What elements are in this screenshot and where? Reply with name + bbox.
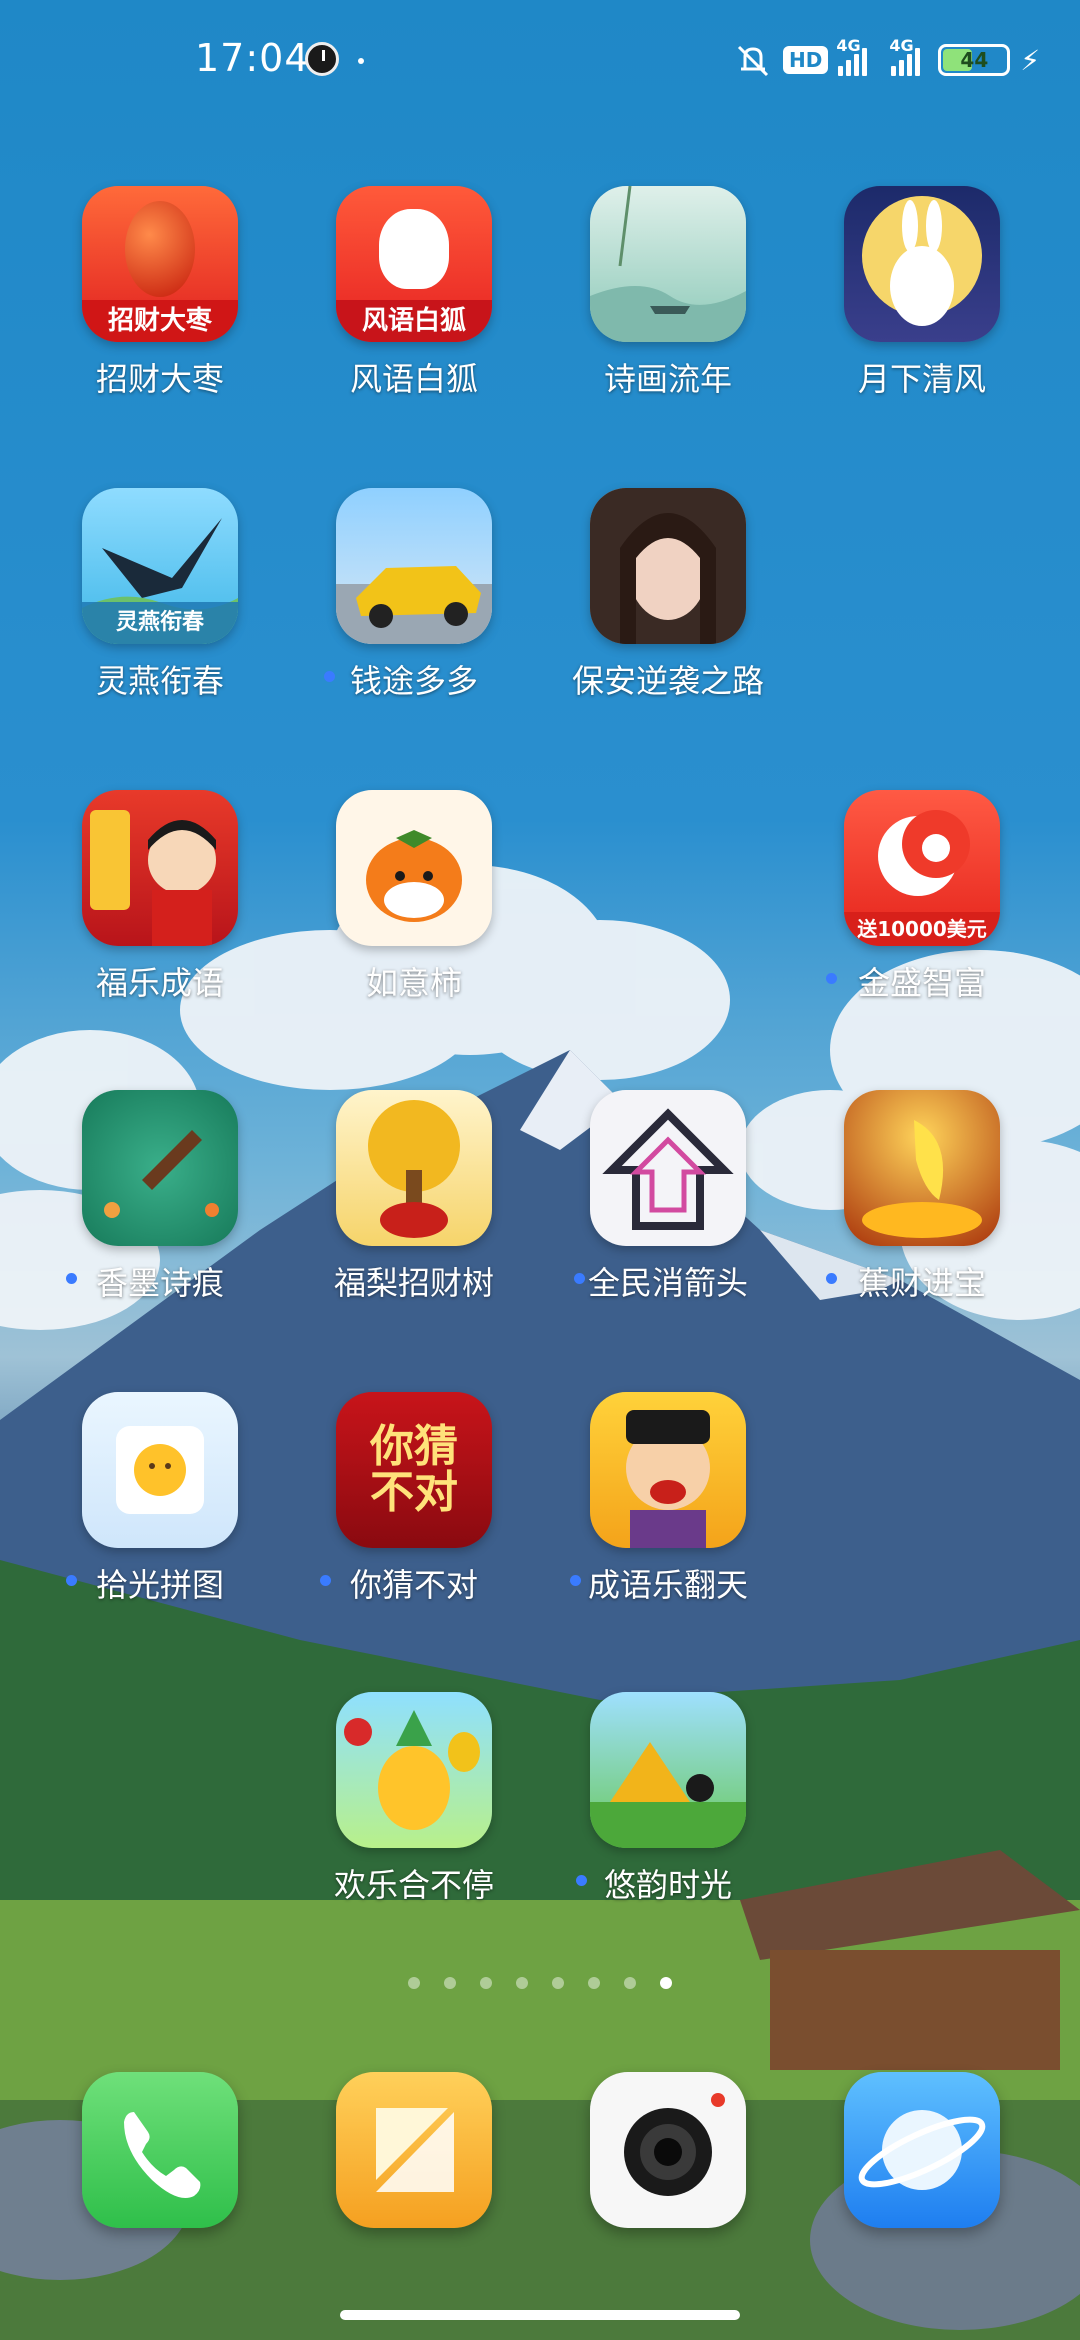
red-date-icon: 招财大枣	[82, 186, 238, 342]
landscape-boat-icon	[590, 186, 746, 342]
dock-camera[interactable]	[590, 2072, 746, 2228]
clock-time: 17:04	[195, 36, 310, 80]
app-ruyi-shi[interactable]: 如意柿	[294, 790, 534, 1020]
app-label: 福梨招财树	[333, 1264, 494, 1302]
app-label: 拾光拼图	[95, 1566, 224, 1604]
dock-browser[interactable]	[844, 2072, 1000, 2228]
app-label: 你猜不对	[349, 1566, 478, 1604]
crescent-logo-icon: 送10000美元	[844, 790, 1000, 946]
planet-browser-icon	[858, 2110, 986, 2190]
app-qiantu-duoduo[interactable]: 钱途多多	[294, 488, 534, 718]
puzzle-sun-icon	[82, 1392, 238, 1548]
race-car-icon	[336, 488, 492, 644]
arrow-puzzle-icon	[590, 1090, 746, 1246]
app-label: 福乐成语	[95, 964, 224, 1002]
white-fox-icon: 风语白狐	[336, 186, 492, 342]
app-shihua-liunian[interactable]: 诗画流年	[548, 186, 788, 416]
page-dot[interactable]	[552, 1977, 564, 1989]
moon-rabbit-icon	[844, 186, 1000, 342]
battery-icon: 44	[938, 44, 1011, 76]
more-notifications-dot	[358, 58, 364, 64]
app-label: 欢乐合不停	[333, 1866, 494, 1904]
pineapple-icon	[336, 1692, 492, 1848]
camera-icon	[624, 2093, 725, 2196]
app-xiangmo-shihen[interactable]: 香墨诗痕	[40, 1090, 280, 1320]
app-fule-chengyu[interactable]: 福乐成语	[40, 790, 280, 1020]
signal-strength-icon: 4G	[889, 36, 921, 76]
swallow-icon: 灵燕衔春	[82, 488, 238, 644]
app-zhaocai-dazao[interactable]: 招财大枣 招财大枣	[40, 186, 280, 416]
page-dot-active[interactable]	[660, 1977, 672, 1989]
app-label: 香墨诗痕	[95, 1264, 224, 1302]
page-dot[interactable]	[624, 1977, 636, 1989]
boat-pond-icon	[82, 1090, 238, 1246]
charging-bolt-icon: ⚡	[1020, 43, 1040, 77]
icon-text: 你猜不对	[370, 1420, 458, 1518]
signal-strength-icon: 4G	[836, 36, 868, 76]
hd-voice-badge: HD	[782, 46, 829, 74]
page-dot[interactable]	[408, 1977, 420, 1989]
app-label: 灵燕衔春	[95, 662, 224, 700]
banana-coins-icon	[844, 1090, 1000, 1246]
app-jiaocai-jinbao[interactable]: 蕉财进宝	[802, 1090, 1042, 1320]
app-shiguang-pintu[interactable]: 拾光拼图	[40, 1392, 280, 1622]
phone-icon	[124, 2112, 201, 2198]
notes-icon	[376, 2108, 454, 2192]
app-label: 诗画流年	[603, 360, 732, 398]
status-bar: 17:04 HD 4G 4G 44 ⚡	[0, 0, 1080, 120]
app-lingyan-xianchun[interactable]: 灵燕衔春 灵燕衔春	[40, 488, 280, 718]
page-dot[interactable]	[480, 1977, 492, 1989]
dock-phone[interactable]	[82, 2072, 238, 2228]
app-label: 月下清风	[857, 360, 986, 398]
app-youyun-shiguang[interactable]: 悠韵时光	[548, 1692, 788, 1922]
app-label: 蕉财进宝	[857, 1264, 986, 1302]
page-dot[interactable]	[588, 1977, 600, 1989]
app-label: 招财大枣	[95, 360, 224, 398]
app-label: 成语乐翻天	[587, 1566, 748, 1604]
page-dot[interactable]	[516, 1977, 528, 1989]
app-label: 钱途多多	[349, 662, 478, 700]
app-label: 金盛智富	[857, 964, 986, 1002]
app-nicai-budui[interactable]: 你猜不对 你猜不对	[294, 1392, 534, 1622]
status-icons: HD 4G 4G 44 ⚡	[733, 36, 1040, 80]
dock-notes[interactable]	[336, 2072, 492, 2228]
scholar-icon	[590, 1392, 746, 1548]
persimmon-icon	[336, 790, 492, 946]
app-label: 悠韵时光	[603, 1866, 732, 1904]
page-indicator[interactable]	[0, 1977, 1080, 1989]
camping-icon	[590, 1692, 746, 1848]
app-baoan-nixi[interactable]: 保安逆袭之路	[548, 488, 788, 718]
bell-mute-icon	[733, 43, 773, 77]
app-label: 全民消箭头	[587, 1264, 748, 1302]
app-label: 如意柿	[365, 964, 462, 1002]
idiom-boy-icon	[82, 790, 238, 946]
alarm-clock-icon	[305, 42, 339, 76]
app-huanle-hebuting[interactable]: 欢乐合不停	[294, 1692, 534, 1922]
app-yuexia-qingfeng[interactable]: 月下清风	[802, 186, 1042, 416]
home-indicator[interactable]	[340, 2310, 740, 2320]
network-type-label: 4G	[836, 36, 861, 55]
network-type-label: 4G	[889, 36, 914, 55]
app-fuli-zhaocaishu[interactable]: 福梨招财树	[294, 1090, 534, 1320]
guess-text-icon: 你猜不对	[336, 1392, 492, 1548]
money-tree-icon	[336, 1090, 492, 1246]
app-jinsheng-zhifu[interactable]: 送10000美元 金盛智富	[802, 790, 1042, 1020]
battery-level: 44	[960, 48, 989, 72]
app-fengyu-baihu[interactable]: 风语白狐 风语白狐	[294, 186, 534, 416]
app-quanmin-xiaojiantou[interactable]: 全民消箭头	[548, 1090, 788, 1320]
app-label: 保安逆袭之路	[571, 662, 764, 700]
page-dot[interactable]	[444, 1977, 456, 1989]
app-chengyu-lefantian[interactable]: 成语乐翻天	[548, 1392, 788, 1622]
app-label: 风语白狐	[349, 360, 478, 398]
woman-portrait-icon	[590, 488, 746, 644]
